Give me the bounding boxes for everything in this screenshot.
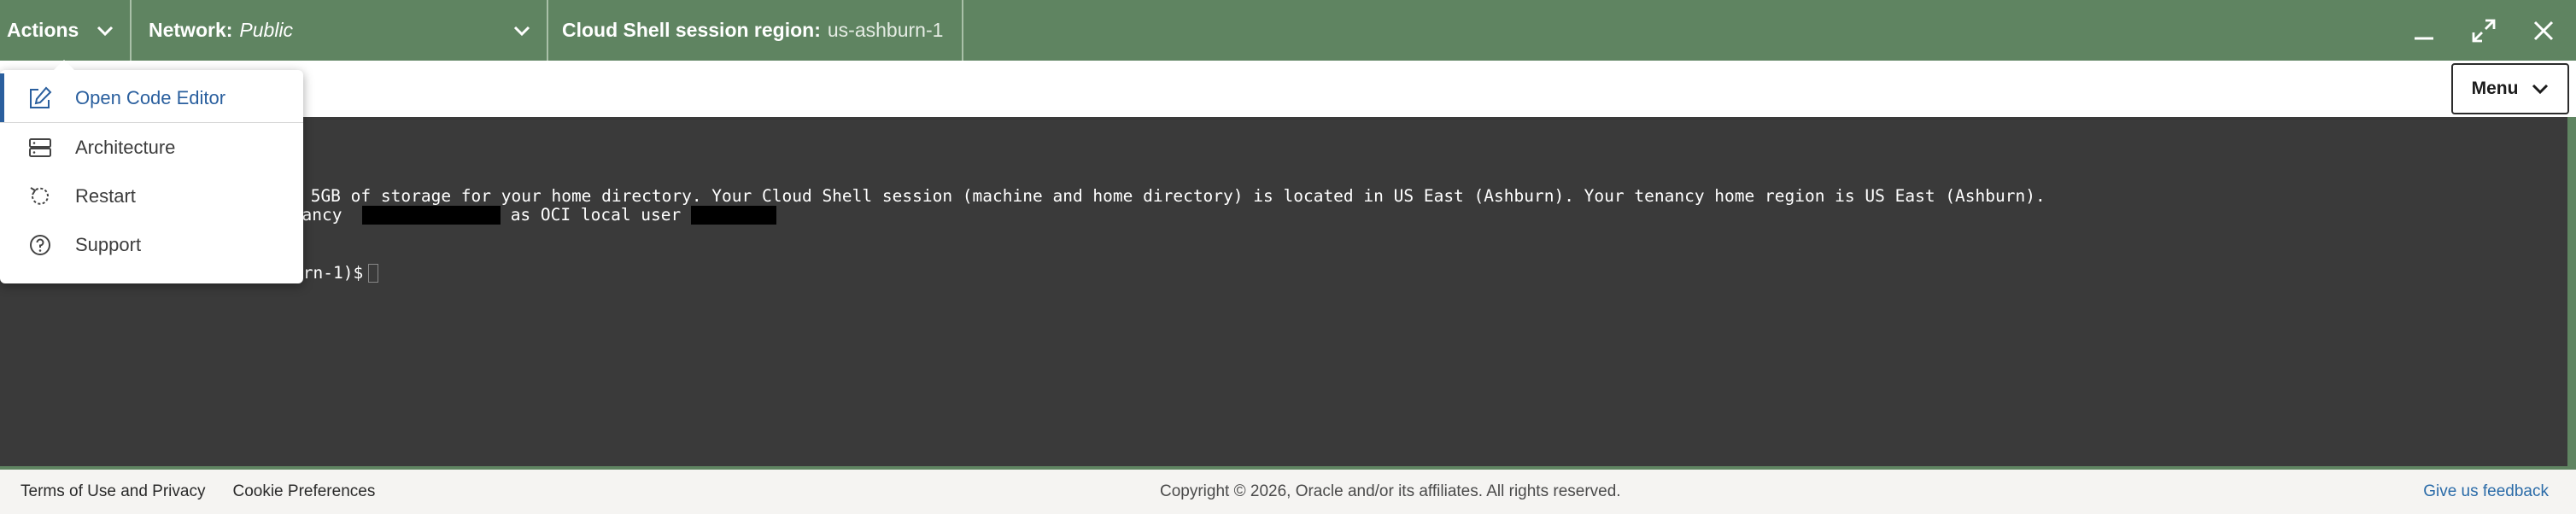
chevron-down-icon	[511, 20, 533, 42]
feedback-link[interactable]: Give us feedback	[2423, 482, 2549, 501]
minimize-icon[interactable]	[2410, 17, 2438, 44]
menu-item-label: Restart	[75, 184, 136, 207]
network-label: Network:	[149, 19, 233, 41]
menu-label: Menu	[2471, 79, 2519, 98]
chevron-down-icon	[2532, 79, 2549, 99]
terminal-scrollbar[interactable]	[2567, 117, 2576, 466]
server-icon	[27, 135, 53, 161]
restart-icon	[27, 184, 53, 209]
local-user-text: as OCI local user	[510, 205, 682, 225]
page-footer: Terms of Use and Privacy Cookie Preferen…	[0, 466, 2576, 514]
actions-menu-button[interactable]: Actions	[0, 0, 132, 61]
network-info: Network: Public	[149, 19, 293, 42]
copyright-text: Copyright © 2026, Oracle and/or its affi…	[1160, 482, 1621, 500]
terminal-prompt: urn-1)$	[293, 263, 379, 283]
region-label: Cloud Shell session region:	[562, 19, 821, 41]
terms-link[interactable]: Terms of Use and Privacy	[20, 482, 205, 501]
actions-label: Actions	[7, 19, 79, 41]
menu-item-architecture[interactable]: Architecture	[0, 123, 303, 172]
window-controls	[2410, 0, 2576, 61]
menu-item-label: Support	[75, 233, 142, 255]
help-icon	[27, 232, 53, 258]
actions-dropdown-menu: Open Code Editor Architecture Restart Su…	[0, 60, 303, 283]
redacted-user	[691, 206, 777, 225]
terminal-toolbar: Menu	[0, 61, 2576, 117]
terminal-output[interactable]: with 5GB of storage for your home direct…	[0, 117, 2576, 466]
menu-button[interactable]: Menu	[2451, 63, 2569, 114]
terminal-line-tenancy: enancy as OCI local user	[282, 205, 777, 225]
session-region: Cloud Shell session region: us-ashburn-1	[548, 0, 964, 61]
network-selector[interactable]: Network: Public	[132, 0, 548, 61]
maximize-icon[interactable]	[2470, 17, 2497, 44]
redacted-tenancy	[361, 206, 501, 225]
cloud-shell-header: Actions Network: Public Cloud Shell sessi…	[0, 0, 2576, 61]
terminal-cursor	[368, 264, 379, 283]
terminal-line-storage: with 5GB of storage for your home direct…	[261, 186, 2046, 206]
prompt-text: urn-1)$	[293, 263, 364, 283]
menu-item-restart[interactable]: Restart	[0, 172, 303, 220]
menu-item-open-code-editor[interactable]: Open Code Editor	[0, 73, 303, 123]
menu-item-label: Open Code Editor	[75, 86, 226, 108]
edit-icon	[27, 85, 53, 111]
cookie-preferences-link[interactable]: Cookie Preferences	[232, 482, 375, 501]
chevron-down-icon	[94, 20, 116, 42]
region-value: us-ashburn-1	[827, 19, 944, 41]
network-value: Public	[239, 19, 294, 41]
close-icon[interactable]	[2530, 17, 2557, 44]
menu-item-label: Architecture	[75, 136, 176, 158]
menu-item-support[interactable]: Support	[0, 220, 303, 269]
